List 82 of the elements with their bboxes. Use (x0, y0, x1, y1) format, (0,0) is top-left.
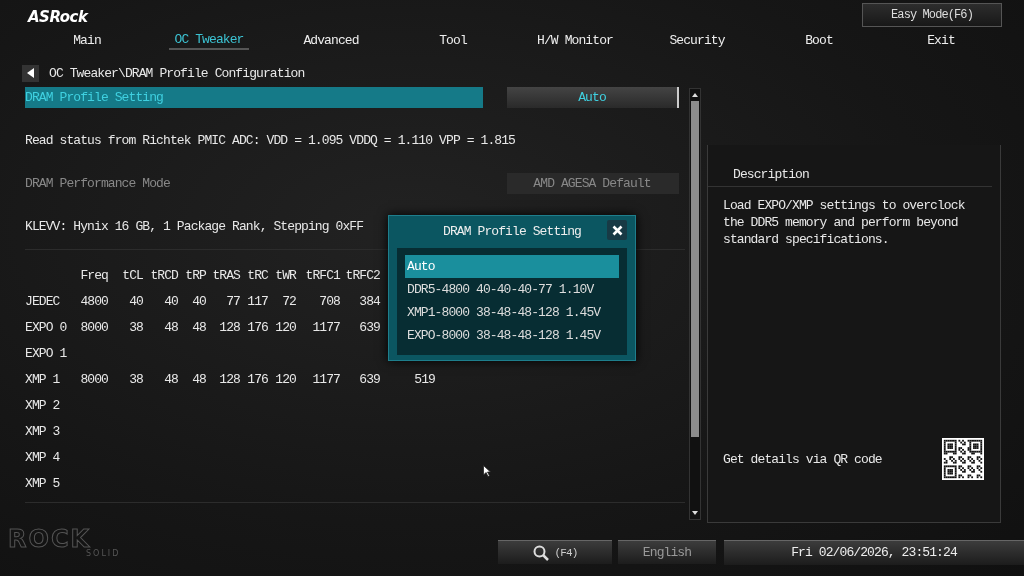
panel-title: Description (733, 167, 809, 182)
menu-tab[interactable]: OC Tweaker (169, 30, 249, 50)
table-cell: XMP 4 (25, 449, 60, 465)
table-cell: 117 (247, 293, 268, 309)
description-text: Load EXPO/XMP settings to overclock the DDR5 memory and perform beyond standard specifications. (723, 198, 965, 247)
column-header: tWR (275, 267, 296, 283)
table-cell: XMP 3 (25, 423, 60, 439)
table-cell: 1177 (312, 371, 340, 387)
scrollbar[interactable] (689, 88, 701, 520)
info-text: Read status from Richtek PMIC ADC: VDD = 1.095 VDDQ = 1.110 VPP = 1.815 (25, 133, 515, 148)
caret-icon (26, 68, 35, 78)
qr-code-icon (942, 438, 984, 480)
profile-option[interactable]: XMP1-8000 38-48-48-128 1.45V (405, 301, 619, 324)
table-cell: 176 (247, 371, 268, 387)
column-header: tRCD (150, 267, 178, 283)
scroll-down-icon[interactable] (691, 510, 699, 516)
column-header: Freq (80, 267, 108, 283)
table-cell: XMP 5 (25, 475, 60, 491)
qr-caption: Get details via QR code (723, 451, 882, 467)
column-header: tRC (247, 267, 268, 283)
table-cell: 48 (164, 319, 178, 335)
menu-tab[interactable]: Tool (392, 30, 514, 50)
table-cell: 8000 (80, 319, 108, 335)
menu-tab[interactable]: Exit (880, 30, 1002, 50)
search-button[interactable]: (F4) (498, 540, 612, 564)
table-cell: 639 (359, 371, 380, 387)
language-button[interactable]: English (618, 540, 716, 564)
table-cell: 40 (164, 293, 178, 309)
table-cell: 72 (282, 293, 296, 309)
column-header: tRAS (212, 267, 240, 283)
column-header: tRFC2 (345, 267, 380, 283)
dialog-title: DRAM Profile Setting (443, 223, 581, 239)
datetime-display: Fri 02/06/2026, 23:51:24 (724, 539, 1024, 565)
column-header: tRFC1 (305, 267, 340, 283)
table-cell: 708 (319, 293, 340, 309)
column-header: tCL (122, 267, 143, 283)
table-cell: 120 (275, 371, 296, 387)
table-cell: 40 (192, 293, 206, 309)
table-cell: 519 (414, 371, 435, 387)
table-cell: 1177 (312, 319, 340, 335)
table-cell: 77 (226, 293, 240, 309)
column-header: tRP (185, 267, 206, 283)
cursor-icon (483, 465, 491, 477)
brand-logo: ASRock (28, 8, 88, 26)
table-cell: 48 (164, 371, 178, 387)
search-icon (532, 544, 549, 561)
menu-tab[interactable]: Main (26, 30, 148, 50)
table-cell: XMP 2 (25, 397, 60, 413)
profile-option[interactable]: EXPO-8000 38-48-48-128 1.45V (405, 324, 619, 347)
setting-value-button[interactable]: Auto (507, 87, 679, 108)
table-cell: 128 (219, 319, 240, 335)
close-icon (611, 224, 623, 236)
table-cell: 639 (359, 319, 380, 335)
back-button[interactable] (22, 64, 39, 82)
table-cell: EXPO 1 (25, 345, 67, 361)
breadcrumb: OC Tweaker\DRAM Profile Configuration (49, 65, 305, 81)
table-cell: 48 (192, 319, 206, 335)
table-cell: 40 (129, 293, 143, 309)
table-cell: 128 (219, 371, 240, 387)
close-button[interactable] (607, 220, 627, 240)
scroll-up-icon[interactable] (691, 92, 699, 98)
table-cell: 176 (247, 319, 268, 335)
table-cell: 48 (192, 371, 206, 387)
footer-tagline: SOLID (86, 550, 122, 558)
table-cell: 8000 (80, 371, 108, 387)
table-cell: XMP 1 (25, 371, 60, 387)
table-cell: 384 (359, 293, 380, 309)
table-cell: JEDEC (25, 293, 60, 309)
menu-tab[interactable]: Advanced (270, 30, 392, 50)
profile-option[interactable]: DDR5-4800 40-40-40-77 1.10V (405, 278, 619, 301)
table-cell: 4800 (80, 293, 108, 309)
table-cell: 38 (129, 319, 143, 335)
table-cell: 120 (275, 319, 296, 335)
table-cell: 38 (129, 371, 143, 387)
menu-tab[interactable]: H/W Monitor (514, 30, 636, 50)
easy-mode-button[interactable]: Easy Mode(F6) (862, 3, 1002, 27)
menu-tab[interactable]: Boot (758, 30, 880, 50)
table-cell: EXPO 0 (25, 319, 67, 335)
footer-logo: ROCK (8, 528, 92, 550)
profile-option[interactable]: Auto (405, 255, 619, 278)
info-text: KLEVV: Hynix 16 GB, 1 Package Rank, Stepping 0xFF (25, 219, 364, 234)
menu-tab[interactable]: Security (636, 30, 758, 50)
